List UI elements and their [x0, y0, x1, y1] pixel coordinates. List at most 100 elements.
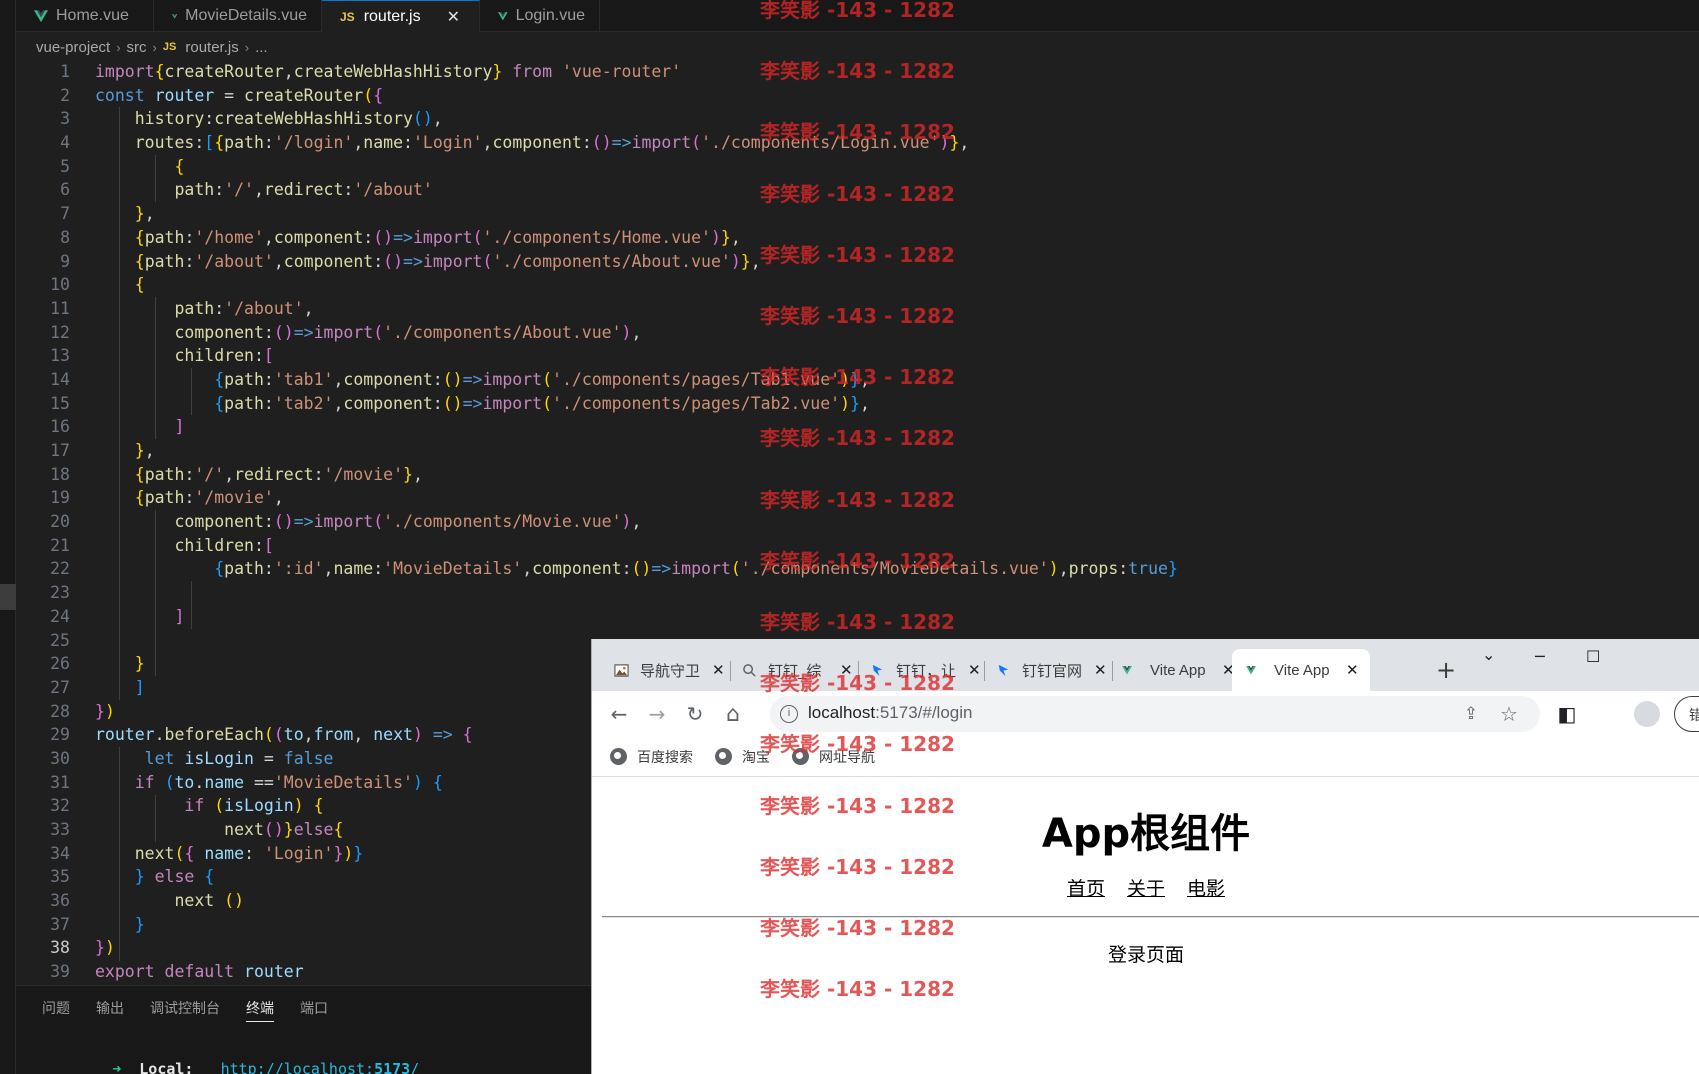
address-bar[interactable]: i localhost:5173/#/login ⇪ ☆ — [770, 696, 1540, 732]
code-token: } — [1167, 559, 1178, 579]
code-token: { — [432, 772, 443, 792]
code-line: 14 {path:'tab1',component:()=>import('./… — [16, 368, 1699, 392]
browser-tab-2[interactable]: 钉钉，让 ✕ — [868, 649, 981, 691]
code-token: '/home' — [194, 227, 264, 247]
code-token: : — [432, 393, 443, 413]
code-token: children — [174, 535, 254, 555]
code-token: : — [313, 464, 324, 484]
editor-tab-1[interactable]: MovieDetails.vue — [154, 0, 322, 32]
browser-tab-5[interactable]: Vite App ✕ — [1232, 649, 1370, 691]
code-line: 12 component:()=>import('./components/Ab… — [16, 321, 1699, 345]
code-token: default — [164, 962, 235, 982]
code-line: 2 const router = createRouter({ — [16, 84, 1699, 108]
code-token: : — [184, 488, 195, 508]
line-number: 20 — [50, 512, 70, 532]
code-line: 9 {path:'/about',component:()=>import('.… — [16, 250, 1699, 274]
code-token: => — [403, 251, 423, 271]
code-token: , — [353, 133, 364, 153]
site-info-icon[interactable]: i — [780, 705, 798, 723]
code-token: path — [144, 227, 185, 247]
home-icon[interactable]: ⌂ — [720, 701, 746, 727]
breadcrumb-item[interactable]: src — [127, 39, 147, 56]
profile-avatar-icon[interactable] — [1634, 701, 1660, 727]
code-token: path — [174, 298, 215, 318]
code-token: = — [253, 748, 284, 768]
code-token: './components/Movie.vue' — [383, 512, 622, 532]
browser-tab-1[interactable]: 钉钉_综 ✕ — [740, 649, 853, 691]
browser-tab-4[interactable]: Vite App ✕ — [1122, 649, 1235, 691]
code-token: } — [283, 820, 294, 839]
panel-tab-1[interactable]: 输出 — [96, 998, 124, 1022]
line-number: 39 — [50, 962, 70, 982]
share-icon[interactable]: ⇪ — [1458, 701, 1484, 727]
code-token: ( — [174, 843, 185, 863]
browser-tab-3[interactable]: 钉钉官网 ✕ — [994, 649, 1107, 691]
code-token: 'MovieDetails' — [273, 772, 413, 792]
code-token: import — [422, 251, 483, 271]
breadcrumb-item[interactable]: router.js — [185, 39, 238, 56]
code-token: 'tab2' — [273, 393, 334, 413]
browser-tab-title: 钉钉官网 — [1022, 662, 1083, 680]
code-token: { — [204, 867, 215, 887]
maximize-icon[interactable]: ☐ — [1586, 647, 1600, 666]
close-icon[interactable]: ✕ — [1346, 661, 1359, 679]
close-icon[interactable]: ✕ — [447, 7, 460, 27]
globe-icon — [792, 748, 809, 765]
code-line: 21 children:[ — [16, 534, 1699, 558]
tab-separator — [858, 661, 859, 681]
browser-tab-0[interactable]: 导航守卫 ✕ — [612, 649, 725, 691]
bookmark-star-icon[interactable]: ☆ — [1496, 701, 1522, 727]
nav-link-about[interactable]: 关于 — [1127, 874, 1165, 901]
code-token: , — [253, 180, 264, 200]
code-token: './components/MovieDetails.vue' — [740, 559, 1049, 579]
line-number: 22 — [50, 559, 70, 579]
code-token: () — [263, 820, 284, 839]
terminal-url[interactable]: http://localhost:5173/ — [221, 1060, 420, 1074]
code-token: ( — [263, 725, 274, 745]
bookmark-2[interactable]: 网址导航 — [792, 747, 875, 767]
editor-tab-3[interactable]: Login.vue — [480, 0, 600, 32]
nav-link-movie[interactable]: 电影 — [1187, 874, 1225, 901]
code-token: : — [263, 133, 274, 153]
code-token: ( — [363, 85, 374, 105]
terminal-url-port: 5173 — [374, 1060, 411, 1074]
reload-icon[interactable]: ↻ — [682, 701, 708, 727]
minimize-icon[interactable]: ─ — [1535, 647, 1545, 666]
code-token: component — [343, 393, 433, 413]
code-token: ) — [343, 843, 354, 863]
code-token: from — [313, 725, 354, 745]
close-icon[interactable]: ✕ — [840, 661, 853, 679]
back-icon[interactable]: ← — [606, 701, 632, 727]
panel-tab-3[interactable]: 终端 — [246, 998, 274, 1022]
panel-tab-0[interactable]: 问题 — [42, 998, 70, 1022]
line-number: 8 — [60, 227, 70, 247]
bookmark-0[interactable]: 百度搜索 — [610, 747, 693, 767]
close-icon[interactable]: ✕ — [968, 661, 981, 679]
code-token: , — [860, 393, 870, 413]
close-icon[interactable]: ✕ — [712, 661, 725, 679]
editor-tab-0[interactable]: Home.vue — [16, 0, 154, 32]
code-token: () — [442, 369, 463, 389]
editor-tab-2[interactable]: JS router.js ✕ — [322, 0, 480, 32]
code-token: : — [343, 180, 354, 200]
tab-search-icon[interactable]: ⌄ — [1482, 645, 1495, 664]
close-icon[interactable]: ✕ — [1094, 661, 1107, 679]
line-number: 4 — [60, 133, 70, 153]
panel-tab-2[interactable]: 调试控制台 — [150, 998, 220, 1022]
code-token: import — [631, 133, 692, 153]
bookmark-1[interactable]: 淘宝 — [715, 747, 770, 767]
breadcrumb-item[interactable]: vue-project — [36, 39, 110, 56]
terminal-output: ➜ Local: http://localhost:5173/ — [58, 1042, 419, 1074]
error-button[interactable]: 错误 — [1674, 696, 1699, 732]
new-tab-button[interactable]: + — [1436, 656, 1456, 684]
breadcrumb-item[interactable]: ... — [255, 39, 268, 56]
nav-link-home[interactable]: 首页 — [1067, 874, 1105, 901]
panel-tab-4[interactable]: 端口 — [300, 998, 328, 1022]
side-panel-icon[interactable]: ◧ — [1554, 701, 1580, 727]
code-text: { — [70, 273, 145, 297]
forward-icon[interactable]: → — [644, 701, 670, 727]
